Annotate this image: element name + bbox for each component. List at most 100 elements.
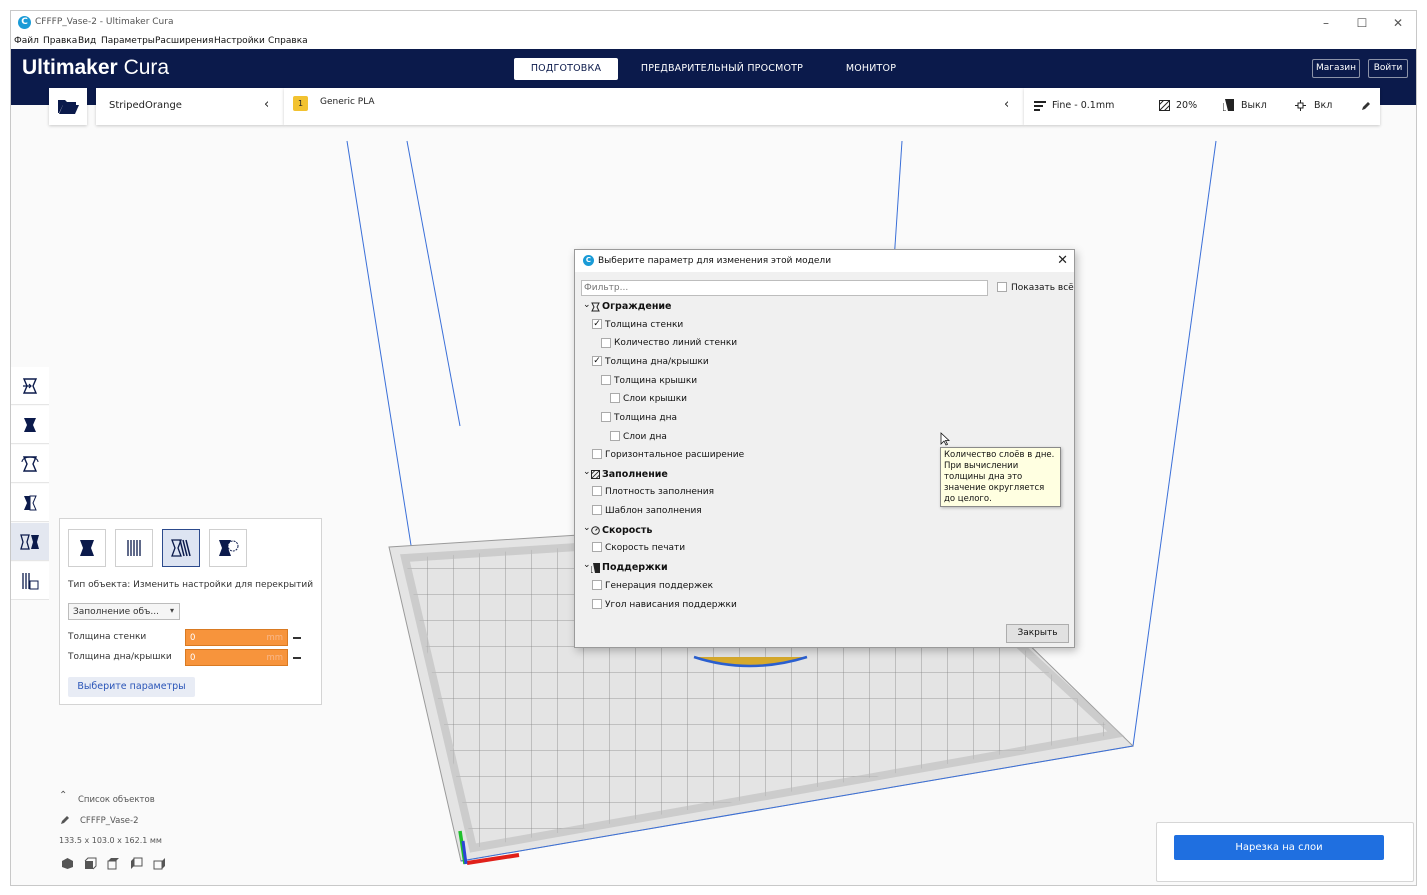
wall-thickness-input[interactable]: 0 mm [185,629,288,646]
row-bottom-layers: Слои дна [623,432,667,442]
dialog-close-button[interactable]: Закрыть [1006,624,1069,643]
mesh-type-label: Тип объекта: Изменить настройки для пере… [68,580,314,590]
checkbox-wall-thickness[interactable]: ✓ [592,319,602,329]
menu-settings[interactable]: Параметры [101,36,155,46]
category-infill[interactable]: Заполнение [602,469,668,480]
scale-icon [24,417,36,432]
mirror-icon [24,495,37,510]
support-blocker-tool[interactable] [11,562,49,600]
rotate-tool[interactable] [11,445,49,483]
infill-mesh-icon [127,540,141,556]
menu-edit[interactable]: Правка [43,36,77,46]
front-view-icon[interactable] [84,857,97,870]
checkbox-infill-pattern[interactable] [592,505,602,515]
print-settings-selector[interactable]: Fine - 0.1mm 20% Выкл Вкл [1024,88,1380,125]
app-window: C CFFFP_Vase-2 - Ultimaker Cura – ☐ ✕ Фа… [10,10,1417,886]
filter-input-box[interactable] [581,280,988,296]
pencil-icon [1362,102,1370,110]
mesh-type-overlap-button[interactable] [162,529,200,567]
tab-monitor[interactable]: МОНИТОР [831,58,911,80]
mirror-tool[interactable] [11,484,49,522]
tab-preview[interactable]: ПРЕДВАРИТЕЛЬНЫЙ ПРОСМОТР [631,58,813,80]
tab-prepare[interactable]: ПОДГОТОВКА [514,58,618,80]
dialog-title-bar: C Выберите параметр для изменения этой м… [575,250,1074,272]
show-all-checkbox[interactable] [997,282,1007,292]
mesh-type-anti-overhang-button[interactable] [209,529,247,567]
chevron-down-icon[interactable]: ⌄ [583,523,591,533]
3d-view-icon[interactable] [61,857,74,870]
row-wall-thickness: Толщина стенки [605,320,684,330]
right-view-icon[interactable] [153,857,166,870]
category-support[interactable]: Поддержки [602,562,668,573]
remove-setting-icon[interactable] [293,657,301,659]
maximize-button[interactable]: ☐ [1345,14,1379,32]
move-icon [22,377,38,394]
support-icon [1223,99,1234,111]
layer-height-icon [1034,101,1046,111]
menu-extensions[interactable]: Расширения [155,36,213,46]
checkbox-support-angle[interactable] [592,599,602,609]
category-speed[interactable]: Скорость [602,525,652,536]
signin-button[interactable]: Войти [1368,59,1408,78]
chevron-up-icon: ⌃ [59,790,68,801]
material-selector[interactable]: 1 Generic PLA ‹ [284,88,1024,125]
mesh-type-dropdown[interactable]: Заполнение объ... ▾ [68,603,180,620]
setting-tooltip: Количество слоёв в дне. При вычислении т… [940,447,1061,507]
checkbox-print-speed[interactable] [592,542,602,552]
row-bottom-thickness: Толщина дна [614,413,677,423]
object-dimensions: 133.5 x 103.0 x 162.1 мм [59,836,162,845]
chevron-down-icon[interactable]: ⌄ [583,300,591,310]
scale-tool[interactable] [11,406,49,444]
shell-icon [591,302,600,312]
remove-setting-icon[interactable] [293,637,301,639]
checkbox-horizontal-expansion[interactable] [592,449,602,459]
select-settings-button[interactable]: Выберите параметры [68,677,195,697]
checkbox-infill-density[interactable] [592,486,602,496]
object-name: CFFFP_Vase-2 [80,816,139,826]
close-window-button[interactable]: ✕ [1381,14,1415,32]
mesh-type-normal-button[interactable] [68,529,106,567]
checkbox-bottom-thickness[interactable] [601,412,611,422]
menu-help[interactable]: Справка [268,36,308,46]
menu-view[interactable]: Вид [78,36,96,46]
dropdown-arrow-icon: ▾ [169,606,174,615]
row-top-layers: Слои крышки [623,394,688,404]
chevron-down-icon[interactable]: ⌄ [583,560,591,570]
row-print-speed: Скорость печати [605,543,686,553]
checkbox-bottom-layers[interactable] [610,431,620,441]
top-bottom-thickness-input[interactable]: 0 mm [185,649,288,666]
title-bar: C CFFFP_Vase-2 - Ultimaker Cura – ☐ ✕ [11,11,1416,35]
checkbox-top-thickness[interactable] [601,375,611,385]
checkbox-generate-support[interactable] [592,580,602,590]
setting-label-wall-thickness: Толщина стенки [68,632,147,642]
chevron-left-icon: ‹ [1004,97,1010,112]
filter-input[interactable] [582,281,987,295]
open-file-button[interactable] [49,88,87,125]
adhesion-icon [1295,100,1306,111]
close-icon[interactable]: ✕ [1057,253,1068,268]
cura-app-icon: C [583,255,594,266]
minimize-button[interactable]: – [1309,14,1343,32]
menu-file[interactable]: Файл [14,36,39,46]
cura-app-icon: C [18,16,31,29]
menu-preferences[interactable]: Настройки [214,36,265,46]
marketplace-button[interactable]: Магазин [1312,59,1360,78]
checkbox-top-bottom-thickness[interactable]: ✓ [592,356,602,366]
printer-selector[interactable]: StripedOrange ‹ [96,88,284,125]
left-view-icon[interactable] [130,857,143,870]
move-tool[interactable] [11,367,49,405]
rotate-icon [21,455,39,472]
support-icon [591,563,600,573]
category-shell[interactable]: Ограждение [602,301,671,312]
top-view-icon[interactable] [107,857,120,870]
slice-button[interactable]: Нарезка на слои [1174,835,1384,860]
extruder-badge: 1 [293,96,308,111]
build-volume-edge [893,140,903,262]
pencil-icon[interactable] [60,815,70,825]
adhesion-value: Вкл [1314,100,1333,111]
checkbox-wall-line-count[interactable] [601,338,611,348]
mesh-type-infill-button[interactable] [115,529,153,567]
per-model-settings-tool[interactable] [11,523,49,561]
checkbox-top-layers[interactable] [610,393,620,403]
chevron-down-icon[interactable]: ⌄ [583,467,591,477]
